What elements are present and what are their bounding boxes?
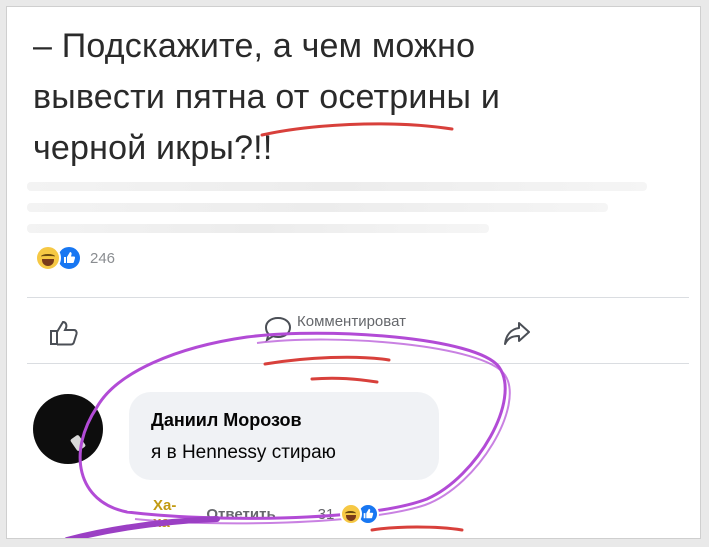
bleed-through-text	[27, 182, 687, 242]
red-underline-annotation	[310, 376, 379, 384]
reaction-count: 246	[90, 249, 116, 267]
comment-reaction-count: 31	[317, 505, 335, 523]
post-text: – Подскажите, а чем можно вывести пятна …	[33, 21, 683, 174]
post-text-line: черной икры?!!	[33, 129, 273, 167]
divider	[27, 297, 689, 298]
post-text-line: вывести пятна от осетрины и	[33, 78, 501, 116]
comment-button[interactable]: Комментироват	[263, 313, 406, 348]
comment-text: я в Hennessy стираю	[151, 442, 336, 463]
divider	[27, 363, 689, 364]
comment-bubble[interactable]: Даниил Морозов я в Hennessy стираю	[129, 392, 439, 480]
post-reactions[interactable]: 246	[35, 243, 115, 273]
red-underline-annotation	[370, 525, 464, 532]
comment-meta: Ха-ха Ответить 31	[153, 497, 380, 531]
thumbs-up-outline-icon	[49, 320, 79, 351]
comment-label: Комментироват	[297, 313, 406, 330]
haha-reaction-link[interactable]: Ха-ха	[153, 497, 176, 531]
share-button[interactable]	[502, 319, 532, 352]
comment-reactions[interactable]	[340, 503, 380, 525]
avatar[interactable]	[33, 394, 103, 464]
share-arrow-icon	[502, 322, 532, 351]
reply-button[interactable]: Ответить	[206, 506, 275, 523]
haha-emoji-icon	[35, 245, 61, 271]
post-text-line: – Подскажите, а чем можно	[33, 27, 476, 65]
avatar-image-detail	[69, 434, 87, 452]
like-button[interactable]	[49, 319, 79, 352]
comment-author[interactable]: Даниил Морозов	[151, 410, 302, 431]
speech-bubble-icon	[263, 315, 293, 348]
haha-emoji-icon	[340, 503, 363, 525]
screenshot-frame: – Подскажите, а чем можно вывести пятна …	[6, 6, 701, 539]
post-actions: Комментироват	[27, 307, 689, 355]
